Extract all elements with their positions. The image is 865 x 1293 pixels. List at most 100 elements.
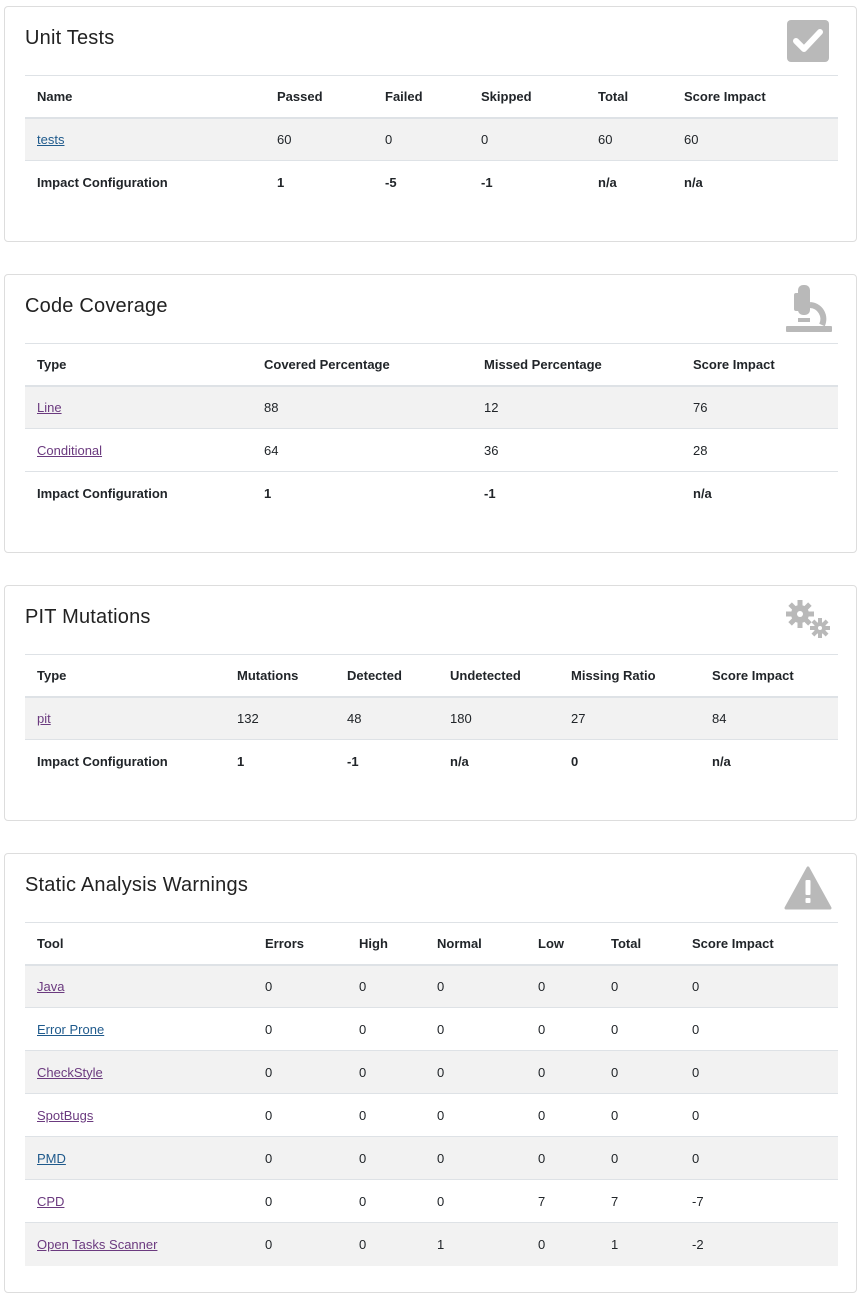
impact-cell: 0 [680,1136,838,1180]
table-row: Error Prone 0 0 0 0 0 0 [25,1007,838,1051]
col-skipped: Skipped [469,75,586,119]
table-row: Line 88 12 76 [25,385,838,429]
table-row: CPD 0 0 0 7 7 -7 [25,1179,838,1223]
col-mutations: Mutations [225,654,335,698]
table-row: PMD 0 0 0 0 0 0 [25,1136,838,1180]
impact-cell: 76 [681,385,838,429]
total-cell: 1 [599,1222,680,1266]
total-cell: 0 [599,1050,680,1094]
pit-mutations-card: PIT Mutations Type Mutations Detected Un… [4,585,857,821]
col-covered-percentage: Covered Percentage [252,343,472,387]
col-score-impact: Score Impact [672,75,838,119]
total-cell: n/a [586,160,672,204]
unit-tests-title: Unit Tests [25,27,115,49]
errors-cell: 0 [253,1007,347,1051]
static-analysis-card: Static Analysis Warnings Tool Errors Hig… [4,853,857,1293]
normal-cell: 1 [425,1222,526,1266]
mutations-cell: 132 [225,696,335,740]
table-row: Java 0 0 0 0 0 0 [25,964,838,1008]
microscope-icon [786,285,832,332]
skipped-cell: 0 [469,117,586,161]
open-tasks-scanner-link[interactable]: Open Tasks Scanner [37,1237,157,1252]
covered-cell: 1 [252,471,472,515]
col-type: Type [25,343,252,387]
normal-cell: 0 [425,1179,526,1223]
covered-cell: 64 [252,428,472,472]
high-cell: 0 [347,1093,425,1137]
impact-label: Impact Configuration [25,739,225,783]
col-missing-ratio: Missing Ratio [559,654,700,698]
table-row: Open Tasks Scanner 0 0 1 0 1 -2 [25,1222,838,1266]
java-link[interactable]: Java [37,979,64,994]
high-cell: 0 [347,1179,425,1223]
high-cell: 0 [347,964,425,1008]
detected-cell: 48 [335,696,438,740]
col-errors: Errors [253,922,347,966]
gears-icon [786,600,830,638]
errors-cell: 0 [253,964,347,1008]
impact-cell: n/a [672,160,838,204]
checkstyle-link[interactable]: CheckStyle [37,1065,103,1080]
skipped-cell: -1 [469,160,586,204]
total-cell: 0 [599,1093,680,1137]
impact-configuration-row: Impact Configuration 1 -1 n/a 0 n/a [25,739,838,783]
missed-cell: 12 [472,385,681,429]
impact-cell: 0 [680,1007,838,1051]
undetected-cell: 180 [438,696,559,740]
col-score-impact: Score Impact [681,343,838,387]
pit-mutations-title: PIT Mutations [25,606,151,628]
col-failed: Failed [373,75,469,119]
impact-label: Impact Configuration [25,471,252,515]
impact-cell: -7 [680,1179,838,1223]
impact-cell: 60 [672,117,838,161]
impact-cell: 0 [680,1050,838,1094]
low-cell: 0 [526,1050,599,1094]
high-cell: 0 [347,1222,425,1266]
col-passed: Passed [265,75,373,119]
cpd-link[interactable]: CPD [37,1194,64,1209]
impact-label: Impact Configuration [25,160,265,204]
total-cell: 0 [599,964,680,1008]
total-cell: 60 [586,117,672,161]
static-analysis-title: Static Analysis Warnings [25,874,249,896]
normal-cell: 0 [425,964,526,1008]
conditional-link[interactable]: Conditional [37,443,102,458]
low-cell: 0 [526,1007,599,1051]
high-cell: 0 [347,1007,425,1051]
col-normal: Normal [425,922,526,966]
impact-cell: 0 [680,1093,838,1137]
warning-icon [784,866,832,910]
errors-cell: 0 [253,1136,347,1180]
pit-link[interactable]: pit [37,711,51,726]
tests-link[interactable]: tests [37,132,64,147]
normal-cell: 0 [425,1136,526,1180]
impact-cell: -2 [680,1222,838,1266]
impact-configuration-row: Impact Configuration 1 -5 -1 n/a n/a [25,160,838,204]
spotbugs-link[interactable]: SpotBugs [37,1108,93,1123]
missed-cell: 36 [472,428,681,472]
low-cell: 0 [526,1136,599,1180]
ratio-cell: 27 [559,696,700,740]
impact-cell: 28 [681,428,838,472]
high-cell: 0 [347,1136,425,1180]
line-link[interactable]: Line [37,400,62,415]
impact-cell: n/a [700,739,838,783]
mutations-cell: 1 [225,739,335,783]
col-detected: Detected [335,654,438,698]
low-cell: 0 [526,1222,599,1266]
code-coverage-card: Code Coverage Type Covered Percentage Mi… [4,274,857,553]
errors-cell: 0 [253,1093,347,1137]
low-cell: 0 [526,1093,599,1137]
pmd-link[interactable]: PMD [37,1151,66,1166]
col-high: High [347,922,425,966]
static-analysis-table: Tool Errors High Normal Low Total Score … [25,922,838,1266]
col-score-impact: Score Impact [680,922,838,966]
error-prone-link[interactable]: Error Prone [37,1022,104,1037]
unit-tests-card: Unit Tests Name Passed Failed Skipped To… [4,6,857,242]
low-cell: 7 [526,1179,599,1223]
ratio-cell: 0 [559,739,700,783]
low-cell: 0 [526,964,599,1008]
col-low: Low [526,922,599,966]
normal-cell: 0 [425,1007,526,1051]
table-row: CheckStyle 0 0 0 0 0 0 [25,1050,838,1094]
